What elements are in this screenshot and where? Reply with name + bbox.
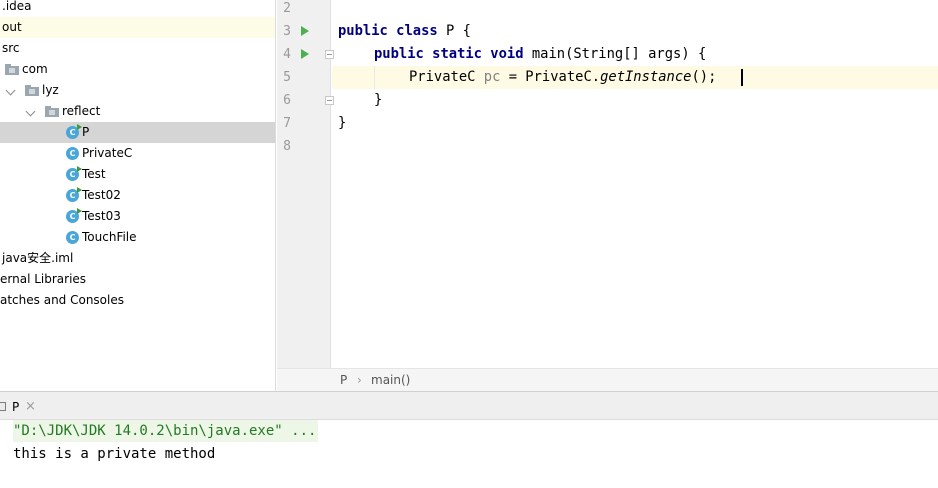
close-icon[interactable]: × xyxy=(25,397,36,417)
package-folder-icon xyxy=(25,85,39,96)
console-command-line: "D:\JDK\JDK 14.0.2\bin\java.exe" ... xyxy=(13,420,319,442)
code-line-5: PrivateC pc = PrivateC.getInstance(); xyxy=(409,69,717,85)
run-tool-window-tabs: P × xyxy=(0,391,938,420)
chevron-down-icon[interactable] xyxy=(5,85,16,96)
line-number: 6 xyxy=(283,93,291,108)
tree-item-label: TouchFile xyxy=(82,230,137,244)
runnable-class-icon: C xyxy=(66,208,82,223)
line-number: 8 xyxy=(283,139,291,154)
tree-item-com[interactable]: com xyxy=(0,59,275,80)
runnable-class-icon: C xyxy=(66,187,82,202)
fold-collapse-icon[interactable] xyxy=(325,50,334,59)
console-output[interactable]: "D:\JDK\JDK 14.0.2\bin\java.exe" ... thi… xyxy=(0,420,938,488)
breadcrumb-item-method[interactable]: main() xyxy=(371,369,410,392)
tree-item-reflect[interactable]: reflect xyxy=(0,101,275,122)
tree-item-idea[interactable]: .idea xyxy=(0,0,275,17)
tree-item-label: reflect xyxy=(62,104,101,118)
tree-item-privatec[interactable]: C PrivateC xyxy=(0,143,275,164)
code-editor[interactable]: 2 3 4 5 6 7 8 public class P { public st… xyxy=(277,0,938,368)
package-folder-icon xyxy=(5,64,19,75)
breadcrumb-item-class[interactable]: P xyxy=(340,369,347,392)
tree-item-label: atches and Consoles xyxy=(0,293,124,307)
line-number: 2 xyxy=(283,1,291,16)
tree-item-touchfile[interactable]: C TouchFile xyxy=(0,227,275,248)
run-tab-label: P xyxy=(12,400,20,414)
tree-item-label: lyz xyxy=(42,83,59,97)
tree-item-test02[interactable]: C Test02 xyxy=(0,185,275,206)
code-line-4: public static void main(String[] args) { xyxy=(374,46,707,62)
line-number: 5 xyxy=(283,70,291,85)
tree-item-label: ernal Libraries xyxy=(0,272,87,286)
tree-item-external-libraries[interactable]: ernal Libraries xyxy=(0,269,275,290)
tree-item-label: Test03 xyxy=(82,209,121,223)
text-caret xyxy=(741,69,743,86)
tree-item-src[interactable]: src xyxy=(0,38,275,59)
tree-item-test03[interactable]: C Test03 xyxy=(0,206,275,227)
tree-item-label: out xyxy=(2,20,22,34)
class-icon: C xyxy=(66,147,79,160)
tree-item-label: P xyxy=(82,125,90,139)
tree-item-scratches-and-consoles[interactable]: atches and Consoles xyxy=(0,290,275,311)
run-main-icon[interactable] xyxy=(301,49,309,59)
tree-item-lyz[interactable]: lyz xyxy=(0,80,275,101)
code-line-6: } xyxy=(374,92,383,108)
tree-item-label: com xyxy=(22,62,48,76)
tree-item-label: src xyxy=(2,41,20,55)
tree-item-label: PrivateC xyxy=(82,146,133,160)
indent-guide xyxy=(374,66,375,89)
console-output-line: this is a private method xyxy=(13,446,216,462)
tree-item-label: Test02 xyxy=(82,188,121,202)
line-number: 3 xyxy=(283,24,291,39)
breadcrumb: P › main() xyxy=(277,368,938,391)
chevron-down-icon[interactable] xyxy=(25,106,36,117)
run-class-icon[interactable] xyxy=(301,26,309,36)
runnable-class-icon: C xyxy=(66,124,82,139)
tree-item-label: .idea xyxy=(2,0,32,13)
line-number: 4 xyxy=(283,47,291,62)
class-icon: C xyxy=(66,231,79,244)
code-line-3: public class P { xyxy=(338,23,471,39)
runnable-class-icon: C xyxy=(66,166,82,181)
run-config-icon xyxy=(0,402,6,411)
tree-item-label: Test xyxy=(82,167,106,181)
line-number: 7 xyxy=(283,116,291,131)
editor-gutter: 2 3 4 5 6 7 8 xyxy=(277,0,334,368)
package-folder-icon xyxy=(45,106,59,117)
breadcrumb-separator: › xyxy=(357,373,362,387)
tree-item-iml-file[interactable]: java安全.iml xyxy=(0,248,275,269)
tree-item-p-selected[interactable]: C P xyxy=(0,122,275,143)
tree-item-label: java安全.iml xyxy=(2,251,74,265)
fold-end-icon[interactable] xyxy=(325,96,334,105)
tree-item-test[interactable]: C Test xyxy=(0,164,275,185)
project-tree-panel: .idea out src com lyz reflect C P C Priv… xyxy=(0,0,276,391)
code-line-7: } xyxy=(338,115,347,131)
tree-item-out[interactable]: out xyxy=(0,17,275,38)
